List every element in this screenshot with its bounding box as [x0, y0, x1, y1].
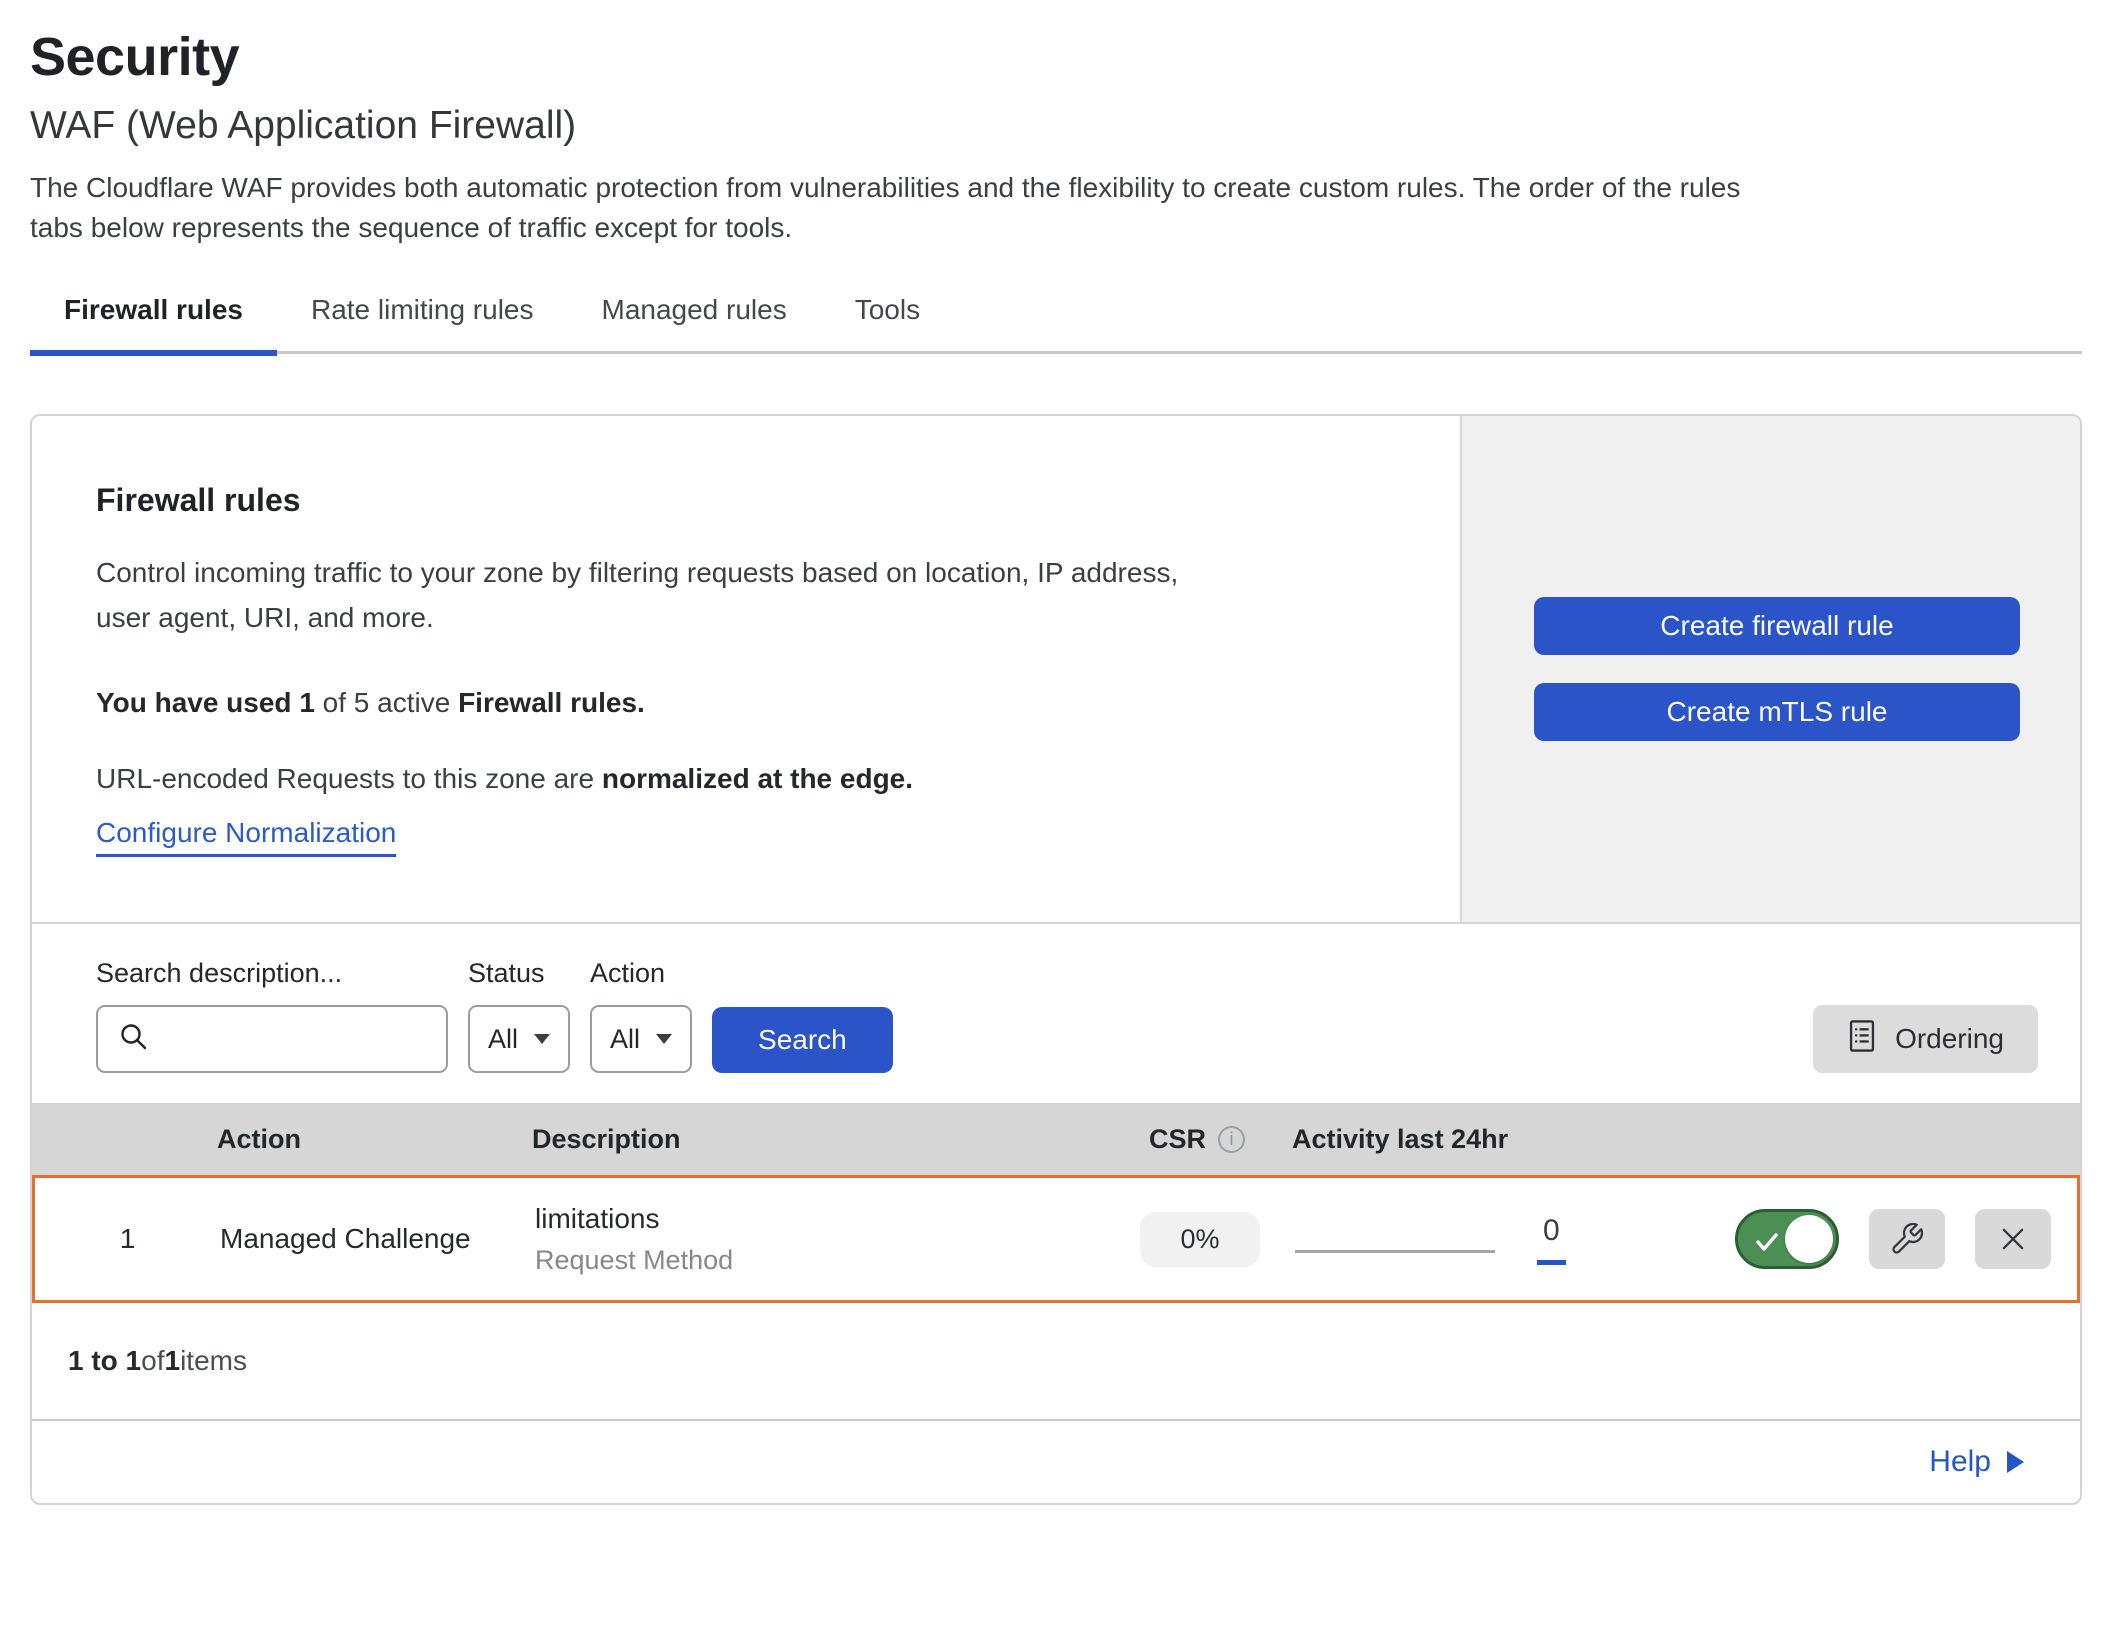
status-filter-group: Status All	[468, 958, 570, 1073]
rule-description: limitations	[535, 1203, 1115, 1235]
page-description: The Cloudflare WAF provides both automat…	[30, 168, 2084, 248]
waf-tab-bar: Firewall rules Rate limiting rules Manag…	[30, 294, 2082, 355]
card-heading: Firewall rules	[96, 482, 1420, 519]
tab-firewall-rules[interactable]: Firewall rules	[30, 294, 277, 356]
ordering-button-label: Ordering	[1895, 1023, 2004, 1055]
rule-csr-cell: 0%	[1115, 1212, 1285, 1267]
security-waf-page: Security WAF (Web Application Firewall) …	[0, 0, 2114, 1505]
tab-tools[interactable]: Tools	[821, 294, 954, 356]
firewall-rules-summary: Firewall rules Control incoming traffic …	[32, 416, 2080, 924]
wrench-icon	[1889, 1221, 1925, 1257]
pagination-summary: 1 to 1 of 1 items	[32, 1303, 2080, 1421]
activity-sparkline	[1295, 1250, 1495, 1253]
action-column-header: Action	[217, 1124, 532, 1155]
chevron-down-icon	[656, 1034, 672, 1044]
action-value: All	[610, 1024, 640, 1055]
filter-bar: Search description... Status All Action	[32, 924, 2080, 1103]
actions-panel: Create firewall rule Create mTLS rule	[1460, 416, 2080, 922]
table-header: Action Description CSR i Activity last 2…	[32, 1103, 2080, 1175]
ordering-button[interactable]: Ordering	[1813, 1005, 2038, 1073]
status-dropdown[interactable]: All	[468, 1005, 570, 1073]
normalization-note: URL-encoded Requests to this zone are no…	[96, 763, 1420, 795]
firewall-rules-info: Firewall rules Control incoming traffic …	[32, 416, 1460, 922]
tab-managed-rules[interactable]: Managed rules	[568, 294, 821, 356]
tab-rate-limiting-rules[interactable]: Rate limiting rules	[277, 294, 568, 356]
page-title: Security	[30, 26, 2084, 88]
search-input[interactable]	[164, 1024, 499, 1055]
usage-summary: You have used 1 of 5 active Firewall rul…	[96, 687, 1420, 719]
activity-count-link[interactable]: 0	[1537, 1214, 1566, 1265]
description-column-header: Description	[532, 1124, 1112, 1155]
help-bar: Help	[32, 1421, 2080, 1503]
create-firewall-rule-button[interactable]: Create firewall rule	[1534, 597, 2020, 655]
list-document-icon	[1847, 1019, 1877, 1060]
rule-controls	[1670, 1209, 2077, 1269]
search-group: Search description...	[96, 958, 448, 1073]
search-box[interactable]	[96, 1005, 448, 1073]
rule-action: Managed Challenge	[220, 1223, 535, 1255]
arrow-right-icon	[2007, 1451, 2024, 1473]
edit-rule-button[interactable]	[1869, 1209, 1945, 1269]
table-row: 1 Managed Challenge limitations Request …	[32, 1175, 2080, 1303]
csr-badge: 0%	[1140, 1212, 1259, 1267]
rule-priority: 1	[35, 1223, 220, 1255]
help-link[interactable]: Help	[1929, 1445, 2024, 1479]
card-description: Control incoming traffic to your zone by…	[96, 551, 1420, 641]
chevron-down-icon	[534, 1034, 550, 1044]
page-subtitle: WAF (Web Application Firewall)	[30, 104, 2084, 148]
delete-rule-button[interactable]	[1975, 1209, 2051, 1269]
toggle-knob	[1785, 1215, 1833, 1263]
check-icon	[1752, 1227, 1782, 1257]
close-icon	[1996, 1222, 2030, 1256]
action-dropdown[interactable]: All	[590, 1005, 692, 1073]
activity-column-header: Activity last 24hr	[1282, 1124, 1667, 1155]
action-filter-group: Action All	[590, 958, 692, 1073]
rule-description-sub: Request Method	[535, 1245, 1115, 1276]
info-icon[interactable]: i	[1218, 1126, 1245, 1153]
configure-normalization-link[interactable]: Configure Normalization	[96, 817, 396, 857]
search-icon	[118, 1021, 150, 1058]
status-label: Status	[468, 958, 570, 989]
rule-description-cell: limitations Request Method	[535, 1203, 1115, 1276]
firewall-rules-panel: Firewall rules Control incoming traffic …	[30, 414, 2082, 1505]
search-label: Search description...	[96, 958, 448, 989]
rule-activity-cell: 0	[1285, 1214, 1670, 1265]
rule-enabled-toggle[interactable]	[1735, 1209, 1839, 1269]
action-label: Action	[590, 958, 692, 989]
create-mtls-rule-button[interactable]: Create mTLS rule	[1534, 683, 2020, 741]
search-button[interactable]: Search	[712, 1007, 893, 1073]
status-value: All	[488, 1024, 518, 1055]
csr-column-header: CSR i	[1112, 1124, 1282, 1155]
